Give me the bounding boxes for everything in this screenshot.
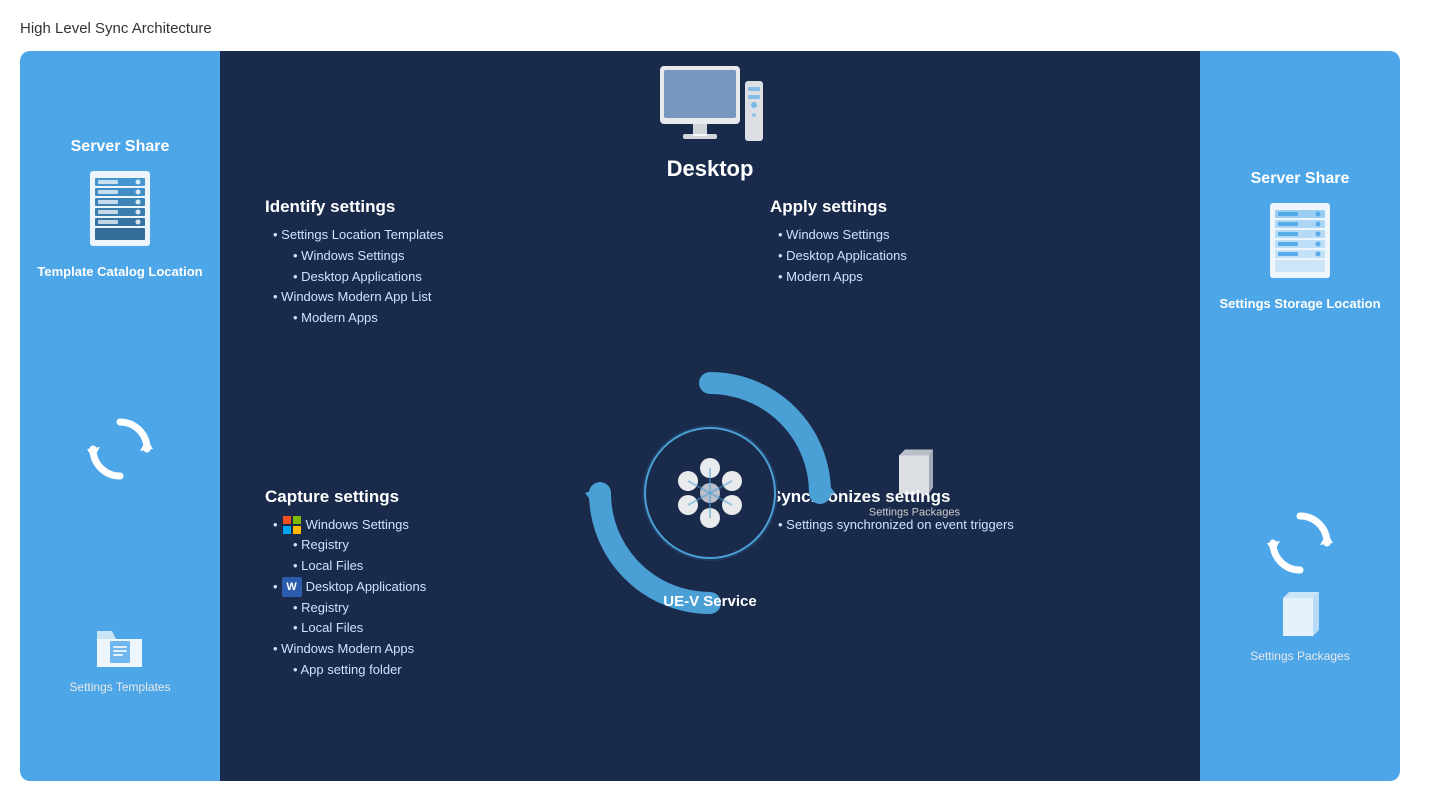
right-server-share: Server Share Setting [1200,51,1400,781]
right-bottom-label: Settings Packages [1250,649,1349,663]
packages-label-inner: Settings Packages [869,506,960,518]
apply-item-3: Modern Apps [770,267,1155,288]
desktop-header: Desktop [220,51,1200,182]
uev-service-svg [570,353,850,633]
package-icon-inner [889,445,939,500]
center-area: Desktop Identify settings Settings Locat… [220,51,1200,781]
left-bottom-label: Settings Templates [69,680,170,694]
apply-list: Windows Settings Desktop Applications Mo… [770,225,1155,287]
desktop-computer-icon [655,61,765,156]
folder-icon-left [92,619,147,674]
package-icon-right [1275,586,1325,641]
page-title: High Level Sync Architecture [20,20,1416,37]
windows-flag-icon [282,515,302,535]
uev-service-center: UE-V Service Settings Packages [570,342,850,622]
capture-item-7: Windows Modern Apps [265,639,695,660]
uev-service-label: UE-V Service [663,593,756,610]
identify-item-2: Windows Settings [265,246,695,267]
capture-item-8: App setting folder [265,660,695,681]
right-top-label: Settings Storage Location [1219,296,1380,311]
identify-title: Identify settings [265,197,695,217]
right-packages-area: Settings Packages [1250,508,1349,663]
word-icon: W [282,577,302,597]
identify-item-4: Windows Modern App List [265,287,695,308]
server-icon-left [80,166,160,256]
diagram-wrapper: Server Share [20,51,1400,781]
sync-icon-left [85,414,155,484]
apply-title: Apply settings [770,197,1155,217]
center-content: Identify settings Settings Location Temp… [220,182,1200,781]
left-server-share: Server Share [20,51,220,781]
identify-item-1: Settings Location Templates [265,225,695,246]
left-top-label: Template Catalog Location [37,264,202,279]
left-share-title: Server Share [71,138,170,156]
server-icon-right [1260,198,1340,288]
right-share-title: Server Share [1251,170,1350,188]
desktop-title: Desktop [667,156,754,182]
identify-item-3: Desktop Applications [265,267,695,288]
settings-packages-right-inner: Settings Packages [869,445,960,518]
identify-list: Settings Location Templates Windows Sett… [265,225,695,329]
apply-item-2: Desktop Applications [770,246,1155,267]
apply-item-1: Windows Settings [770,225,1155,246]
identify-item-5: Modern Apps [265,308,695,329]
sync-icon-right [1265,508,1335,578]
